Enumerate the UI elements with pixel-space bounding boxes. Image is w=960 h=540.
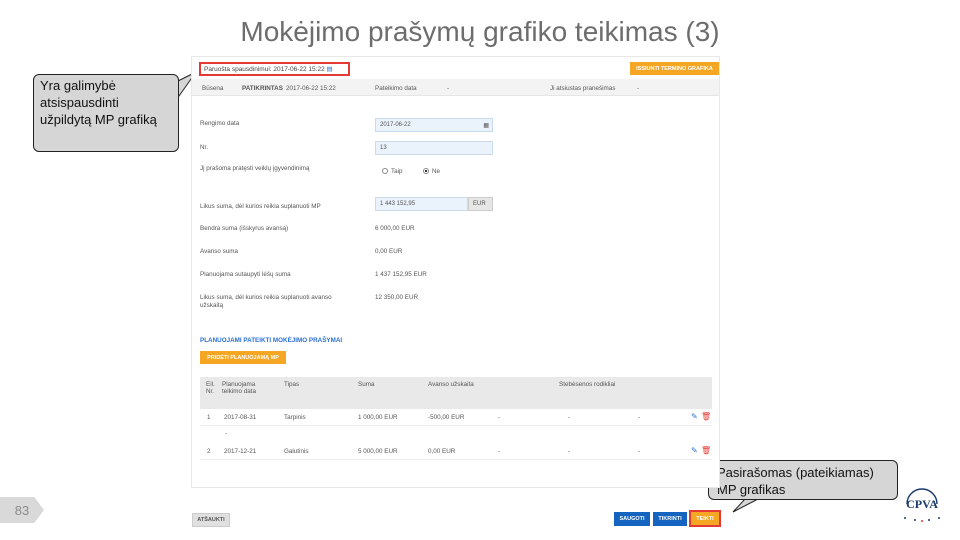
notice-label: Ji atsiustas pranešimas xyxy=(550,85,616,92)
print-graph-button[interactable]: ISSIUNTI TERMINO GRAFIKA xyxy=(630,62,719,75)
trash-icon[interactable]: 🗑 xyxy=(701,446,711,455)
status-row: Būsena PATIKRINTAS 2017-06-22 15:22 Pate… xyxy=(192,79,719,96)
status-label: Būsena xyxy=(202,85,224,92)
submit-date-label: Pateikimo data xyxy=(375,85,417,92)
radio-yes[interactable]: Taip xyxy=(382,168,403,175)
table-header: Eil. Nr. Planuojama teikimo data Tipas S… xyxy=(200,377,712,409)
add-planned-button[interactable]: PRIDĖTI PLANUOJAMĄ MP xyxy=(200,351,286,364)
check-button[interactable]: TIKRINTI xyxy=(653,512,687,526)
col-advance: Avanso užskaita xyxy=(428,381,474,388)
advance-label: Avanso suma xyxy=(200,248,239,255)
cpva-logo: CPVA xyxy=(897,482,947,524)
section-title: PLANUOJAMI PATEIKTI MOKĖJIMO PRAŠYMAI xyxy=(200,337,343,344)
status-time: 2017-06-22 15:22 xyxy=(286,85,336,92)
submit-button[interactable]: TEIKTI xyxy=(689,510,721,527)
remaining-advance-label: Likus suma, dėl kurios reikia suplanuoti… xyxy=(200,294,332,301)
table-row[interactable]: 2 2017-12-21 Galutinis 5 000,00 EUR 0,00… xyxy=(200,444,712,460)
col-sum: Suma xyxy=(358,381,375,388)
col-date: Planuojama teikimo data xyxy=(222,381,256,395)
nr-label: Nr. xyxy=(200,144,209,151)
notice-value: - xyxy=(637,85,640,92)
callout-print-info: Yra galimybė atsispausdinti užpildytą MP… xyxy=(33,74,179,152)
advance-value: 0,00 EUR xyxy=(375,248,403,255)
total-value: 6 000,00 EUR xyxy=(375,225,415,232)
logo-graphic: CPVA xyxy=(904,488,940,522)
radio-yes-icon xyxy=(382,168,388,175)
app-screenshot: Paruošta spausdinimui: 2017-06-22 15:22 … xyxy=(191,56,720,488)
submit-date-value: - xyxy=(447,85,450,92)
nr-field[interactable]: 13 xyxy=(375,141,493,155)
planned-label: Planuojama sutaupyti lėšų suma xyxy=(200,271,291,278)
radio-no[interactable]: Ne xyxy=(423,168,440,175)
col-type: Tipas xyxy=(284,381,300,388)
cancel-button[interactable]: ATŠAUKTI xyxy=(192,513,230,527)
remaining-field[interactable]: 1 443 152,95 xyxy=(375,197,468,211)
date-field[interactable]: 2017-06-22 ▦ xyxy=(375,118,493,132)
status-value: PATIKRINTAS xyxy=(242,85,283,92)
logo-text: CPVA xyxy=(906,497,938,511)
document-icon: ▤ xyxy=(326,66,333,73)
edit-icon[interactable]: ✎ xyxy=(691,412,698,421)
remaining-advance-label-2: užskaitą xyxy=(200,302,224,309)
col-nr: Eil. Nr. xyxy=(206,381,215,395)
date-label: Rengimo data xyxy=(200,120,240,127)
remaining-advance-value: 12 350,00 EUR xyxy=(375,294,419,301)
calendar-icon[interactable]: ▦ xyxy=(483,122,489,129)
row-sub-dash: - xyxy=(225,430,228,437)
callout-sign-info: Pasirašomas (pateikiamas) MP grafikas xyxy=(708,460,898,500)
currency-addon: EUR xyxy=(468,197,493,211)
save-button[interactable]: SAUGOTI xyxy=(614,512,650,526)
total-label: Bendra suma (išskyrus avansą) xyxy=(200,225,289,232)
edit-icon[interactable]: ✎ xyxy=(691,446,698,455)
remaining-label: Likus suma, dėl kurios reikia suplanuoti… xyxy=(200,203,321,210)
slide-title: Mokėjimo prašymų grafiko teikimas (3) xyxy=(240,16,720,47)
planned-value: 1 437 152,95 EUR xyxy=(375,271,427,278)
table-row[interactable]: 1 2017-08-31 Tarpinis 1 000,00 EUR -500,… xyxy=(200,410,712,426)
trash-icon[interactable]: 🗑 xyxy=(701,412,711,421)
extend-label: Jį prašoma pratęsti veiklų įgyvendinimą xyxy=(200,165,310,172)
page-number: 83 xyxy=(0,497,44,523)
prepared-for-print-label[interactable]: Paruošta spausdinimui: 2017-06-22 15:22 … xyxy=(199,62,350,76)
col-indicators: Stebėsenos rodikliai xyxy=(559,381,616,388)
radio-no-icon xyxy=(423,168,429,175)
